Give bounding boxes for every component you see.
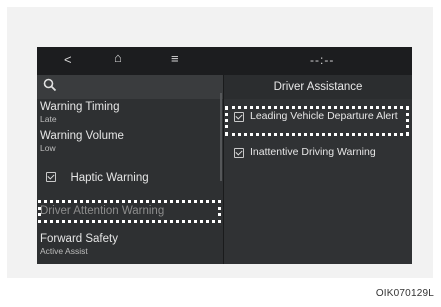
- menu-item-title: Warning Volume: [40, 130, 124, 142]
- menu-item-warning-timing[interactable]: Warning Timing Late: [40, 100, 119, 125]
- option-inattentive-driving-warning[interactable]: Inattentive Driving Warning: [234, 147, 376, 158]
- status-indicator-icon: --:--: [310, 53, 335, 67]
- highlight-leading-vehicle-departure-alert: [225, 106, 409, 136]
- option-label: Inattentive Driving Warning: [250, 146, 376, 158]
- figure-caption: OIK070129L: [375, 288, 434, 299]
- menu-item-title: Haptic Warning: [70, 172, 149, 184]
- menu-item-title: Warning Timing: [40, 101, 120, 113]
- highlight-driver-attention-warning: [38, 200, 221, 223]
- settings-menu-panel: Warning Timing Late Warning Volume Low H…: [37, 75, 223, 264]
- panel-title: Driver Assistance: [224, 75, 412, 99]
- scrollbar[interactable]: [220, 93, 222, 181]
- menu-item-forward-safety[interactable]: Forward Safety Active Assist: [40, 232, 118, 257]
- driver-assistance-panel: Driver Assistance Leading Vehicle Depart…: [224, 75, 412, 264]
- menu-icon[interactable]: ≡: [171, 51, 179, 67]
- menu-item-value: Late: [40, 114, 57, 124]
- menu-item-value: Active Assist: [40, 246, 88, 256]
- checkbox-icon[interactable]: [46, 171, 56, 182]
- status-bar: < ⌂ ≡ --:--: [37, 47, 412, 75]
- menu-item-warning-volume[interactable]: Warning Volume Low: [40, 129, 124, 154]
- infotainment-screen: < ⌂ ≡ --:-- Warning Timing Late Warning …: [37, 47, 412, 264]
- home-icon[interactable]: ⌂: [114, 50, 122, 66]
- menu-item-title: Forward Safety: [40, 233, 118, 245]
- menu-item-haptic-warning[interactable]: Haptic Warning: [46, 168, 149, 186]
- back-icon[interactable]: <: [64, 52, 72, 68]
- search-icon[interactable]: [43, 78, 57, 92]
- menu-item-value: Low: [40, 143, 56, 153]
- search-bar[interactable]: [37, 75, 223, 99]
- checkbox-icon[interactable]: [234, 148, 244, 158]
